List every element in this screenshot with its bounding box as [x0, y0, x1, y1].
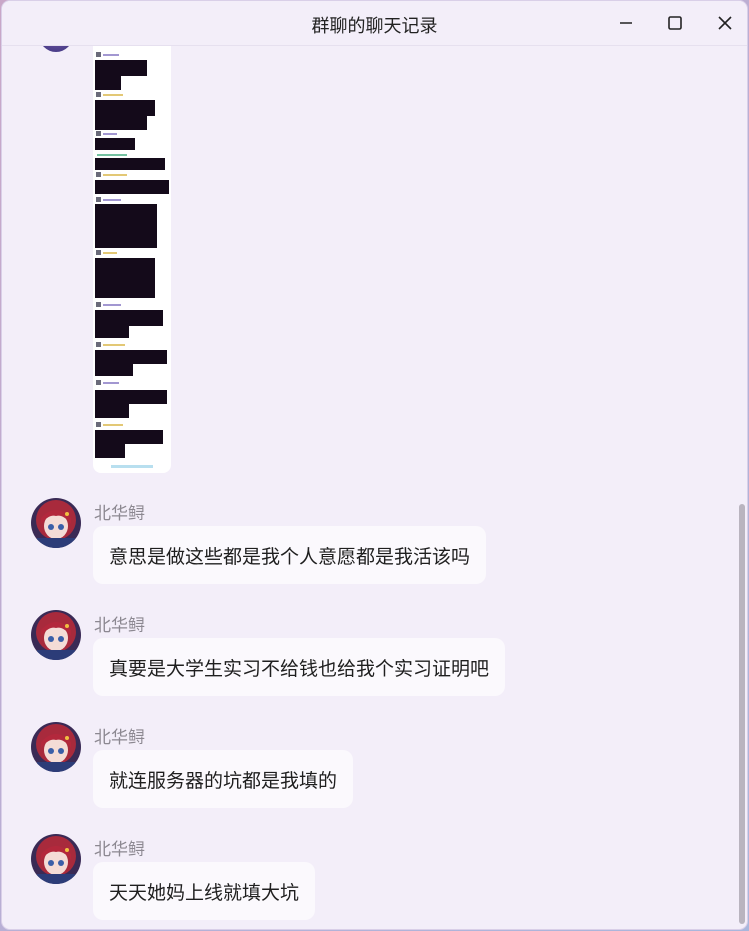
close-icon — [718, 16, 732, 30]
avatar[interactable] — [31, 722, 81, 772]
message-bubble[interactable]: 天天她妈上线就填大坑 — [93, 862, 316, 920]
message-item: 北华鲟 天天她妈上线就填大坑 — [2, 834, 747, 929]
sender-name: 北华鲟 — [94, 504, 145, 524]
message-bubble[interactable]: 就连服务器的坑都是我填的 — [93, 750, 354, 808]
avatar[interactable] — [31, 834, 81, 884]
avatar[interactable] — [31, 610, 81, 660]
avatar[interactable] — [39, 46, 73, 52]
sender-name: 北华鲟 — [94, 728, 145, 748]
message-bubble[interactable]: 意思是做这些都是我个人意愿都是我活该吗 — [93, 526, 487, 584]
minimize-icon — [620, 22, 632, 24]
avatar[interactable] — [31, 498, 81, 548]
sender-name: 北华鲟 — [94, 616, 145, 636]
message-item: 北华鲟 就连服务器的坑都是我填的 — [2, 722, 747, 822]
chat-history-window: 群聊的聊天记录 北华鲟 意思是做这些都是我个人意愿都是我活该吗 北华鲟 真要是大… — [2, 1, 747, 929]
chat-screenshot-image[interactable] — [93, 46, 171, 473]
maximize-button[interactable] — [661, 9, 689, 37]
maximize-icon — [668, 16, 682, 30]
title-bar[interactable]: 群聊的聊天记录 — [2, 1, 747, 46]
message-list[interactable]: 北华鲟 意思是做这些都是我个人意愿都是我活该吗 北华鲟 真要是大学生实习不给钱也… — [2, 46, 747, 929]
message-item: 北华鲟 意思是做这些都是我个人意愿都是我活该吗 — [2, 498, 747, 598]
sender-name: 北华鲟 — [94, 840, 145, 860]
close-button[interactable] — [711, 9, 739, 37]
message-item: 北华鲟 真要是大学生实习不给钱也给我个实习证明吧 — [2, 610, 747, 710]
minimize-button[interactable] — [612, 9, 640, 37]
scrollbar-thumb[interactable] — [739, 504, 745, 924]
message-bubble[interactable]: 真要是大学生实习不给钱也给我个实习证明吧 — [93, 638, 506, 696]
